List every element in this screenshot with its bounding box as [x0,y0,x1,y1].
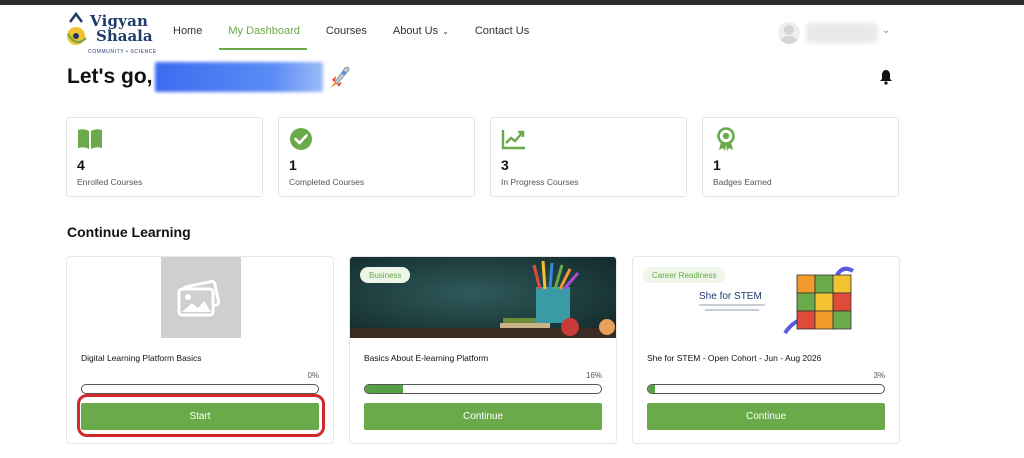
progress-fill [648,385,656,393]
nav-home[interactable]: Home [160,5,215,57]
stat-card-badges: 1 Badges Earned [702,117,899,197]
book-icon [78,129,102,149]
nav-about-us[interactable]: About Us ⌄ [380,5,462,57]
nav-active-indicator [219,48,307,50]
stat-card-in-progress: 3 In Progress Courses [490,117,687,197]
nav-courses-label: Courses [325,25,367,37]
course-category-badge: Business [360,267,411,283]
course-card[interactable]: Digital Learning Platform Basics 0% Star… [66,256,334,444]
progress-fill [365,385,403,393]
site-header: Vigyan Shaala COMMUNITY • SCIENCE Home M… [0,5,1024,57]
course-progress-label: 3% [873,371,885,380]
check-circle-icon [290,128,312,150]
course-title: Digital Learning Platform Basics [81,353,202,363]
user-name-redacted [806,23,878,43]
greeting: Let's go, [67,62,353,92]
nav-my-dashboard-label: My Dashboard [228,25,300,37]
stat-label: Badges Earned [713,177,772,187]
image-placeholder-icon [177,279,221,317]
stat-value: 4 [77,157,85,173]
continue-course-button[interactable]: Continue [647,403,885,430]
chevron-down-icon: ⌄ [882,25,891,36]
notification-bell-icon[interactable] [879,69,893,85]
trending-chart-icon [501,130,525,150]
course-image-text: She for STEM [699,291,762,302]
course-card[interactable]: She for STEM Career Readiness She for ST… [632,256,900,444]
greeting-text: Let's go, [67,65,153,88]
start-course-button[interactable]: Start [81,403,319,430]
course-title: She for STEM - Open Cohort - Jun - Aug 2… [647,353,822,363]
course-category-badge: Career Readiness [643,267,726,283]
user-menu[interactable]: ⌄ [778,22,898,46]
logo-name-line2: Shaala [96,27,153,45]
award-ribbon-icon [717,127,735,151]
stat-value: 1 [713,157,721,173]
stat-label: In Progress Courses [501,177,579,187]
stat-value: 3 [501,157,509,173]
stat-card-completed: 1 Completed Courses [278,117,475,197]
nav-about-us-label: About Us [392,25,439,37]
course-progress-label: 0% [307,371,319,380]
nav-courses[interactable]: Courses [313,5,380,57]
avatar [778,22,800,44]
course-image-placeholder [161,257,241,338]
nav-contact-us-label: Contact Us [474,25,530,37]
course-progress-bar [364,384,602,394]
course-progress-bar [647,384,885,394]
rocket-icon [329,66,349,88]
course-progress-bar [81,384,319,394]
course-progress-label: 16% [585,371,602,380]
site-logo[interactable]: Vigyan Shaala COMMUNITY • SCIENCE [66,12,158,58]
continue-course-button[interactable]: Continue [364,403,602,430]
section-title-continue-learning: Continue Learning [67,224,191,240]
nav-contact-us[interactable]: Contact Us [462,5,542,57]
course-card[interactable]: Business Basics About E-learning Platfor… [349,256,617,444]
stat-label: Completed Courses [289,177,365,187]
stat-label: Enrolled Courses [77,177,143,187]
nav-home-label: Home [173,25,203,37]
course-title: Basics About E-learning Platform [364,353,489,363]
main-nav: Home My Dashboard Courses About Us ⌄ Cont… [160,5,542,57]
stat-card-enrolled: 4 Enrolled Courses [66,117,263,197]
user-name-redacted [154,62,323,92]
logo-tagline: COMMUNITY • SCIENCE [88,49,157,55]
stat-value: 1 [289,157,297,173]
page: Vigyan Shaala COMMUNITY • SCIENCE Home M… [0,0,1024,458]
chevron-down-icon: ⌄ [442,26,449,36]
